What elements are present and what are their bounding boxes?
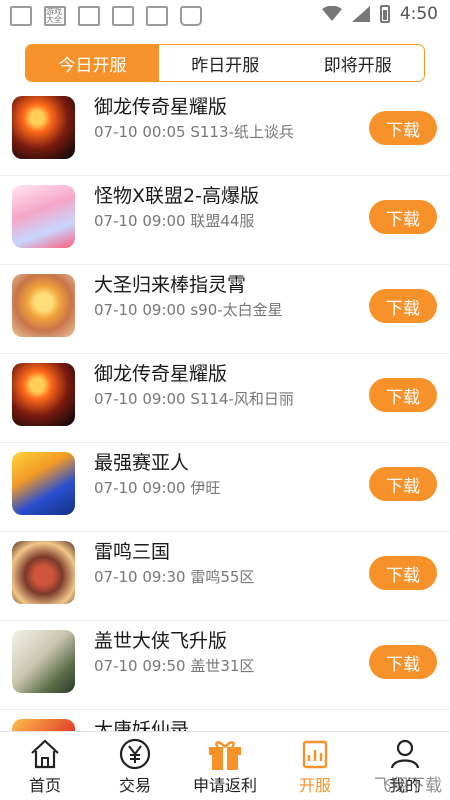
game-icon [12, 185, 75, 248]
nav-label: 首页 [28, 776, 61, 795]
list-item[interactable]: 雷鸣三国 07-10 09:30 雷鸣55区 下载 [0, 532, 450, 621]
server-tabs: 今日开服 昨日开服 即将开服 [25, 44, 425, 82]
image-icon [112, 6, 134, 26]
bottom-nav: 首页 交易 申请返利 开服 我的 飞翔下载 [0, 731, 450, 800]
nav-label: 开服 [298, 776, 331, 795]
wifi-icon [321, 6, 342, 21]
server-info: 07-10 09:00 S114-风和日丽 [94, 390, 294, 408]
gift-icon [206, 738, 244, 770]
download-button[interactable]: 下载 [369, 645, 437, 679]
image-icon [10, 6, 32, 26]
user-icon [388, 738, 422, 770]
game-center-text: 游戏大全 [46, 7, 62, 24]
nav-home[interactable]: 首页 [0, 732, 90, 800]
list-item[interactable]: 大圣归来棒指灵霄 07-10 09:00 s90-太白金星 下载 [0, 265, 450, 354]
game-name: 最强赛亚人 [94, 452, 190, 474]
signal-icon [351, 6, 370, 22]
clock: 4:50 [399, 4, 438, 24]
nav-rebate[interactable]: 申请返利 [180, 732, 270, 800]
game-name: 御龙传奇星耀版 [94, 96, 228, 118]
notification-icons: 游戏大全 [10, 6, 202, 26]
game-name: 御龙传奇星耀版 [94, 363, 228, 385]
home-icon [28, 738, 62, 770]
download-button[interactable]: 下载 [369, 556, 437, 590]
game-center-icon: 游戏大全 [44, 6, 66, 26]
download-button[interactable]: 下载 [369, 111, 437, 145]
download-button[interactable]: 下载 [369, 467, 437, 501]
list-item[interactable]: 盖世大侠飞升版 07-10 09:50 盖世31区 下载 [0, 621, 450, 710]
game-name: 雷鸣三国 [94, 541, 171, 563]
system-indicators: 4:50 [321, 4, 438, 24]
game-icon [12, 630, 75, 693]
game-icon [12, 363, 75, 426]
game-name: 怪物X联盟2-高爆版 [94, 185, 259, 207]
nav-mine[interactable]: 我的 飞翔下载 [360, 732, 450, 800]
game-icon [12, 541, 75, 604]
server-info: 07-10 09:00 s90-太白金星 [94, 301, 283, 319]
server-list: 御龙传奇星耀版 07-10 00:05 S113-纸上谈兵 下载 怪物X联盟2-… [0, 87, 450, 799]
tab-yesterday[interactable]: 昨日开服 [159, 45, 292, 81]
tab-upcoming[interactable]: 即将开服 [292, 45, 425, 81]
game-name: 大圣归来棒指灵霄 [94, 274, 247, 296]
nav-trade[interactable]: 交易 [90, 732, 180, 800]
list-item[interactable]: 御龙传奇星耀版 07-10 09:00 S114-风和日丽 下载 [0, 354, 450, 443]
list-item[interactable]: 最强赛亚人 07-10 09:00 伊旺 下载 [0, 443, 450, 532]
server-info: 07-10 09:00 伊旺 [94, 479, 221, 497]
tab-today[interactable]: 今日开服 [26, 45, 159, 81]
nav-server[interactable]: 开服 [270, 732, 360, 800]
download-button[interactable]: 下载 [369, 289, 437, 323]
download-button[interactable]: 下载 [369, 378, 437, 412]
game-name: 盖世大侠飞升版 [94, 630, 228, 652]
watermark: 飞翔下载 [374, 776, 442, 796]
download-button[interactable]: 下载 [369, 200, 437, 234]
server-info: 07-10 09:00 联盟44服 [94, 212, 255, 230]
nav-label: 交易 [118, 776, 151, 795]
battery-icon [379, 5, 390, 23]
image-icon [146, 6, 168, 26]
image-icon [78, 6, 100, 26]
game-icon [12, 274, 75, 337]
server-info: 07-10 09:30 雷鸣55区 [94, 568, 255, 586]
status-bar: 游戏大全 4:50 [0, 0, 450, 33]
shopping-bag-icon [180, 6, 202, 26]
server-info: 07-10 09:50 盖世31区 [94, 657, 255, 675]
list-item[interactable]: 御龙传奇星耀版 07-10 00:05 S113-纸上谈兵 下载 [0, 87, 450, 176]
game-icon [12, 96, 75, 159]
nav-label: 申请返利 [192, 776, 257, 795]
server-chart-icon [298, 738, 332, 770]
yen-icon [118, 738, 152, 770]
game-icon [12, 452, 75, 515]
list-item[interactable]: 怪物X联盟2-高爆版 07-10 09:00 联盟44服 下载 [0, 176, 450, 265]
server-info: 07-10 00:05 S113-纸上谈兵 [94, 123, 294, 141]
